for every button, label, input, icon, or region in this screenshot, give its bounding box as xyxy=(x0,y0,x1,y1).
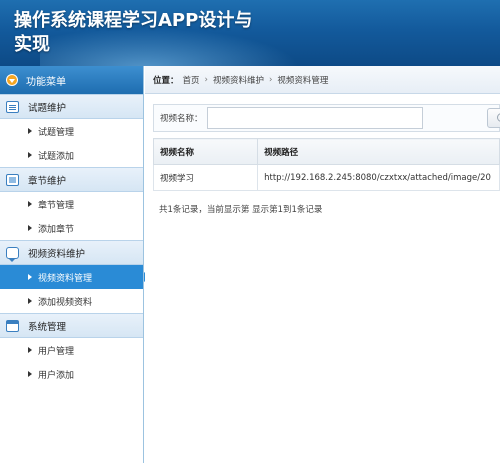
breadcrumb: 位置： 首页 › 视频资料维护 › 视频资料管理 xyxy=(145,66,500,94)
video-name-input[interactable] xyxy=(206,107,423,129)
chevron-right-icon: › xyxy=(204,74,208,85)
sidebar-item-video-add[interactable]: 添加视频资料 xyxy=(0,289,143,313)
column-header-name[interactable]: 视频名称 xyxy=(152,138,259,165)
chat-icon xyxy=(6,246,19,262)
breadcrumb-home[interactable]: 首页 xyxy=(183,74,200,86)
arrow-right-icon xyxy=(28,128,32,134)
group-questions[interactable]: 试题维护 xyxy=(0,94,143,119)
chevron-right-icon: › xyxy=(268,74,273,85)
sidebar-item-label: 用户管理 xyxy=(38,346,75,357)
sidebar-item-label: 添加视频资料 xyxy=(38,297,93,308)
search-button[interactable] xyxy=(487,108,500,128)
arrow-right-icon xyxy=(28,201,32,207)
card-icon xyxy=(6,173,19,186)
sidebar-item-user-add[interactable]: 用户添加 xyxy=(0,362,143,386)
group-videos[interactable]: 视频资料维护 xyxy=(0,240,143,265)
sidebar-item-chapter-manage[interactable]: 章节管理 xyxy=(0,192,143,216)
sidebar-item-label: 章节管理 xyxy=(38,200,75,211)
search-label: 视频名称： xyxy=(160,114,203,124)
search-bar: 视频名称： xyxy=(153,104,500,132)
document-icon xyxy=(6,100,19,113)
arrow-right-icon xyxy=(28,274,32,280)
breadcrumb-current: 视频资料管理 xyxy=(277,75,329,86)
menu-header[interactable]: 功能菜单 xyxy=(0,66,143,94)
menu-title: 功能菜单 xyxy=(26,76,66,88)
sidebar-item-label: 试题添加 xyxy=(38,151,75,162)
arrow-right-icon xyxy=(28,371,32,377)
calendar-icon xyxy=(6,319,19,332)
arrow-right-icon xyxy=(28,152,32,158)
sidebar-item-label: 试题管理 xyxy=(38,127,75,138)
sidebar: 功能菜单 试题维护 试题管理 试题添加 章节维护 章节管理 添加章节 视频资料维… xyxy=(0,66,150,463)
app-header: 操作系统课程学习APP设计与实现 xyxy=(0,0,500,66)
group-label: 章节维护 xyxy=(28,175,67,187)
cell-video-name: 视频学习 xyxy=(152,164,259,191)
sidebar-item-label: 添加章节 xyxy=(38,224,75,235)
cell-video-path: http://192.168.2.245:8080/czxtxx/attache… xyxy=(257,164,500,191)
group-chapters[interactable]: 章节维护 xyxy=(0,167,143,192)
breadcrumb-prefix: 位置： xyxy=(153,75,179,86)
group-label: 视频资料维护 xyxy=(28,248,86,260)
sidebar-item-user-manage[interactable]: 用户管理 xyxy=(0,338,143,362)
breadcrumb-section[interactable]: 视频资料维护 xyxy=(213,74,264,86)
video-table: 视频名称 视频路径 视频学习 http://192.168.2.245:8080… xyxy=(152,138,500,191)
group-system[interactable]: 系统管理 xyxy=(0,313,143,338)
arrow-right-icon xyxy=(28,225,32,231)
sidebar-item-label: 用户添加 xyxy=(38,370,75,381)
arrow-right-icon xyxy=(28,347,32,353)
sidebar-item-chapter-add[interactable]: 添加章节 xyxy=(0,216,143,240)
sidebar-item-label: 视频资料管理 xyxy=(38,273,93,284)
group-label: 试题维护 xyxy=(28,102,67,114)
group-label: 系统管理 xyxy=(28,321,67,333)
sidebar-item-question-add[interactable]: 试题添加 xyxy=(0,143,143,167)
sidebar-item-question-manage[interactable]: 试题管理 xyxy=(0,119,143,143)
chevron-down-icon xyxy=(6,74,18,86)
main-content: 位置： 首页 › 视频资料维护 › 视频资料管理 视频名称： 视频名称 视频路径… xyxy=(145,66,500,463)
table-row[interactable]: 视频学习 http://192.168.2.245:8080/czxtxx/at… xyxy=(152,164,500,191)
app-title: 操作系统课程学习APP设计与实现 xyxy=(14,10,253,55)
arrow-right-icon xyxy=(28,298,32,304)
sidebar-item-video-manage[interactable]: 视频资料管理 xyxy=(0,265,150,289)
pagination-info: 共1条记录，当前显示第 显示第1到1条记录 xyxy=(159,205,323,215)
table-header-row: 视频名称 视频路径 xyxy=(152,138,500,165)
column-header-path[interactable]: 视频路径 xyxy=(257,138,500,165)
